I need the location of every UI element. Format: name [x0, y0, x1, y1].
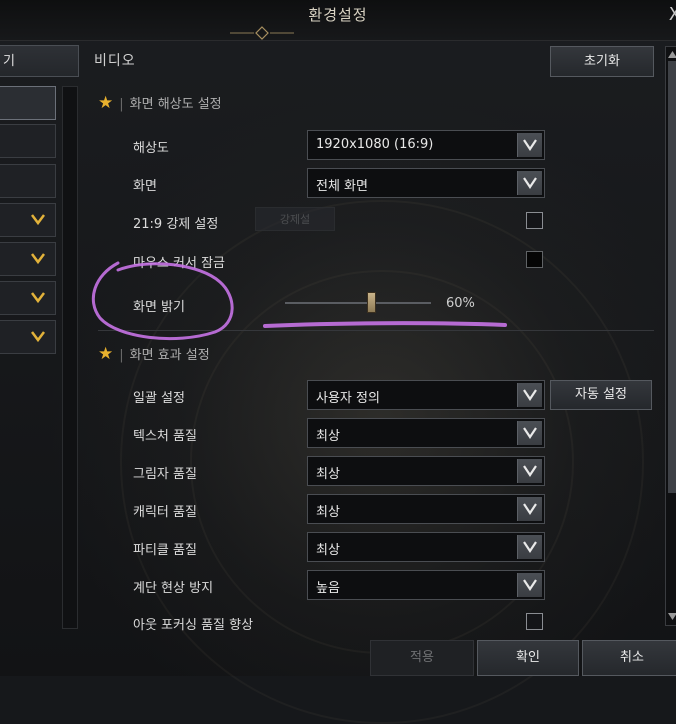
screen-mode-dropdown[interactable]: 전체 화면 [307, 168, 545, 198]
dropdown-arrow-button[interactable] [517, 383, 542, 407]
brightness-slider-thumb[interactable] [367, 292, 376, 313]
chevron-down-icon [31, 292, 45, 304]
sidebar-header-label: 기 [3, 54, 15, 69]
antialiasing-label: 계단 현상 방지 [133, 581, 214, 596]
chevron-down-icon [523, 177, 537, 189]
chevron-down-icon [523, 503, 537, 515]
resolution-label: 해상도 [133, 141, 169, 156]
cursor-lock-label: 마우스 커서 잠금 [133, 256, 225, 271]
chevron-down-icon [31, 253, 45, 265]
force-ratio-faint-button: 강제설 [255, 207, 335, 231]
resolution-dropdown[interactable]: 1920x1080 (16:9) [307, 130, 545, 160]
auto-setting-button[interactable]: 자동 설정 [550, 380, 652, 410]
screen-mode-value: 전체 화면 [316, 179, 368, 194]
chevron-down-icon [523, 541, 537, 553]
sidebar-header-button[interactable]: 기 [0, 45, 79, 77]
cursor-lock-checkbox[interactable] [526, 251, 543, 268]
dropdown-arrow-button[interactable] [517, 171, 542, 195]
brightness-value: 60% [446, 296, 475, 311]
brightness-slider-track[interactable] [285, 302, 431, 304]
character-quality-value: 최상 [316, 505, 340, 520]
close-icon[interactable]: X [669, 4, 676, 25]
dropdown-arrow-button[interactable] [517, 421, 542, 445]
reset-button[interactable]: 초기화 [550, 46, 654, 77]
title-ornament-icon [230, 26, 294, 40]
character-quality-dropdown[interactable]: 최상 [307, 494, 545, 524]
scroll-down-icon[interactable] [668, 613, 676, 621]
dof-quality-label: 아웃 포커싱 품질 향상 [133, 618, 254, 633]
star-icon: ★ [98, 93, 114, 113]
sidebar-item-video[interactable] [0, 86, 56, 120]
preset-dropdown[interactable]: 사용자 정의 [307, 380, 545, 410]
sidebar-category[interactable] [0, 242, 56, 276]
apply-button[interactable]: 적용 [370, 640, 474, 676]
shadow-quality-value: 최상 [316, 467, 340, 482]
dof-quality-checkbox[interactable] [526, 613, 543, 630]
dropdown-arrow-button[interactable] [517, 459, 542, 483]
dropdown-arrow-button[interactable] [517, 573, 542, 597]
dropdown-arrow-button[interactable] [517, 535, 542, 559]
antialiasing-dropdown[interactable]: 높음 [307, 570, 545, 600]
section-title: 비디오 [94, 53, 136, 69]
sidebar-item[interactable] [0, 164, 56, 198]
effects-group-title: ★ | 화면 효과 설정 [98, 344, 210, 364]
shadow-quality-label: 그림자 품질 [133, 467, 197, 482]
brightness-label: 화면 밝기 [133, 300, 185, 315]
texture-quality-value: 최상 [316, 429, 340, 444]
particle-quality-value: 최상 [316, 543, 340, 558]
shadow-quality-dropdown[interactable]: 최상 [307, 456, 545, 486]
ok-button[interactable]: 확인 [477, 640, 579, 676]
chevron-down-icon [523, 427, 537, 439]
chevron-down-icon [31, 214, 45, 226]
sidebar-category[interactable] [0, 281, 56, 315]
title-bar: 환경설정 X [0, 0, 676, 41]
chevron-down-icon [31, 331, 45, 343]
resolution-value: 1920x1080 (16:9) [316, 137, 434, 152]
star-icon: ★ [98, 344, 114, 364]
chevron-down-icon [523, 389, 537, 401]
resolution-group-title: ★ | 화면 해상도 설정 [98, 93, 222, 113]
cancel-button[interactable]: 취소 [582, 640, 676, 676]
chevron-down-icon [523, 139, 537, 151]
force-ratio-checkbox[interactable] [526, 212, 543, 229]
texture-quality-dropdown[interactable]: 최상 [307, 418, 545, 448]
chevron-down-icon [523, 579, 537, 591]
chevron-down-icon [523, 465, 537, 477]
scroll-up-icon[interactable] [668, 50, 676, 58]
window-title: 환경설정 [308, 6, 368, 24]
sidebar-category[interactable] [0, 203, 56, 237]
particle-quality-dropdown[interactable]: 최상 [307, 532, 545, 562]
texture-quality-label: 텍스처 품질 [133, 429, 197, 444]
dropdown-arrow-button[interactable] [517, 133, 542, 157]
preset-value: 사용자 정의 [316, 391, 380, 406]
screen-mode-label: 화면 [133, 179, 157, 194]
antialiasing-value: 높음 [316, 581, 340, 596]
sidebar-item[interactable] [0, 124, 56, 158]
particle-quality-label: 파티클 품질 [133, 543, 197, 558]
force-ratio-label: 21:9 강제 설정 [133, 217, 219, 232]
sidebar-category[interactable] [0, 320, 56, 354]
section-divider [98, 330, 654, 331]
sidebar-scrollbar[interactable] [62, 86, 78, 629]
preset-label: 일괄 설정 [133, 391, 185, 406]
character-quality-label: 캐릭터 품질 [133, 505, 197, 520]
panel-scrollbar[interactable] [665, 46, 676, 626]
dropdown-arrow-button[interactable] [517, 497, 542, 521]
scroll-thumb[interactable] [668, 61, 676, 493]
